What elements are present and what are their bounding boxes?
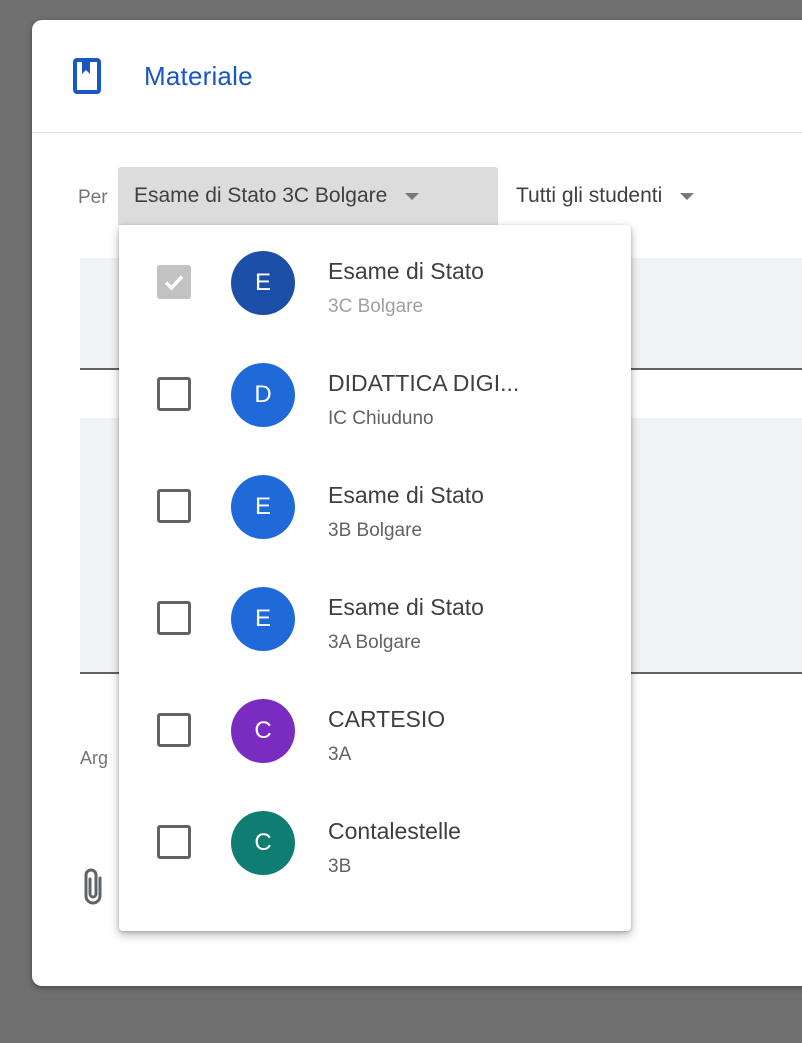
class-menu-item[interactable]: C Contalestelle 3B [119,788,631,900]
class-section: 3B [328,856,352,877]
class-name: Esame di Stato [328,594,484,620]
chevron-down-icon [405,192,420,200]
class-checkbox[interactable] [157,825,191,859]
class-name: Esame di Stato [328,258,484,284]
class-checkbox[interactable] [157,601,191,635]
class-select[interactable]: Esame di Stato 3C Bolgare [118,167,498,225]
class-name: DIDATTICA DIGI... [328,370,520,396]
dialog-title: Materiale [144,60,253,91]
class-section: 3A [328,744,352,765]
for-label: Per [78,187,108,208]
class-avatar: D [231,363,295,427]
class-avatar: C [231,811,295,875]
class-select-value: Esame di Stato 3C Bolgare [134,184,388,207]
class-menu-item[interactable]: C CARTESIO 3A [119,676,631,788]
chevron-down-icon [680,192,695,200]
class-section: IC Chiuduno [328,408,434,429]
class-checkbox[interactable] [157,713,191,747]
class-menu-item[interactable]: E Esame di Stato 3C Bolgare [119,228,631,340]
assign-row: Per Esame di Stato 3C Bolgare Tutti gli … [32,167,802,225]
class-menu-item[interactable]: D DIDATTICA DIGI... IC Chiuduno [119,340,631,452]
class-avatar: E [231,251,295,315]
class-checkbox[interactable] [157,489,191,523]
paperclip-icon[interactable] [80,866,106,911]
class-checkbox[interactable] [157,377,191,411]
class-section: 3C Bolgare [328,296,424,317]
class-menu-item[interactable]: E Esame di Stato 3B Bolgare [119,452,631,564]
class-name: CARTESIO [328,706,446,732]
students-select[interactable]: Tutti gli studenti [516,167,695,225]
class-dropdown-menu: E Esame di Stato 3C Bolgare D DIDATTICA DIGI… [119,225,631,931]
class-name: Contalestelle [328,818,461,844]
class-avatar: E [231,587,295,651]
students-select-value: Tutti gli studenti [516,184,663,207]
dialog-header: Materiale [32,20,802,133]
topic-label: Arg [80,748,109,768]
class-avatar: C [231,699,295,763]
class-section: 3A Bolgare [328,632,421,653]
class-checkbox[interactable] [157,265,191,299]
bookmark-book-icon [70,56,104,96]
class-section: 3B Bolgare [328,520,423,541]
checkmark-icon [164,275,184,291]
class-name: Esame di Stato [328,482,484,508]
class-menu-item[interactable]: E Esame di Stato 3A Bolgare [119,564,631,676]
class-avatar: E [231,475,295,539]
